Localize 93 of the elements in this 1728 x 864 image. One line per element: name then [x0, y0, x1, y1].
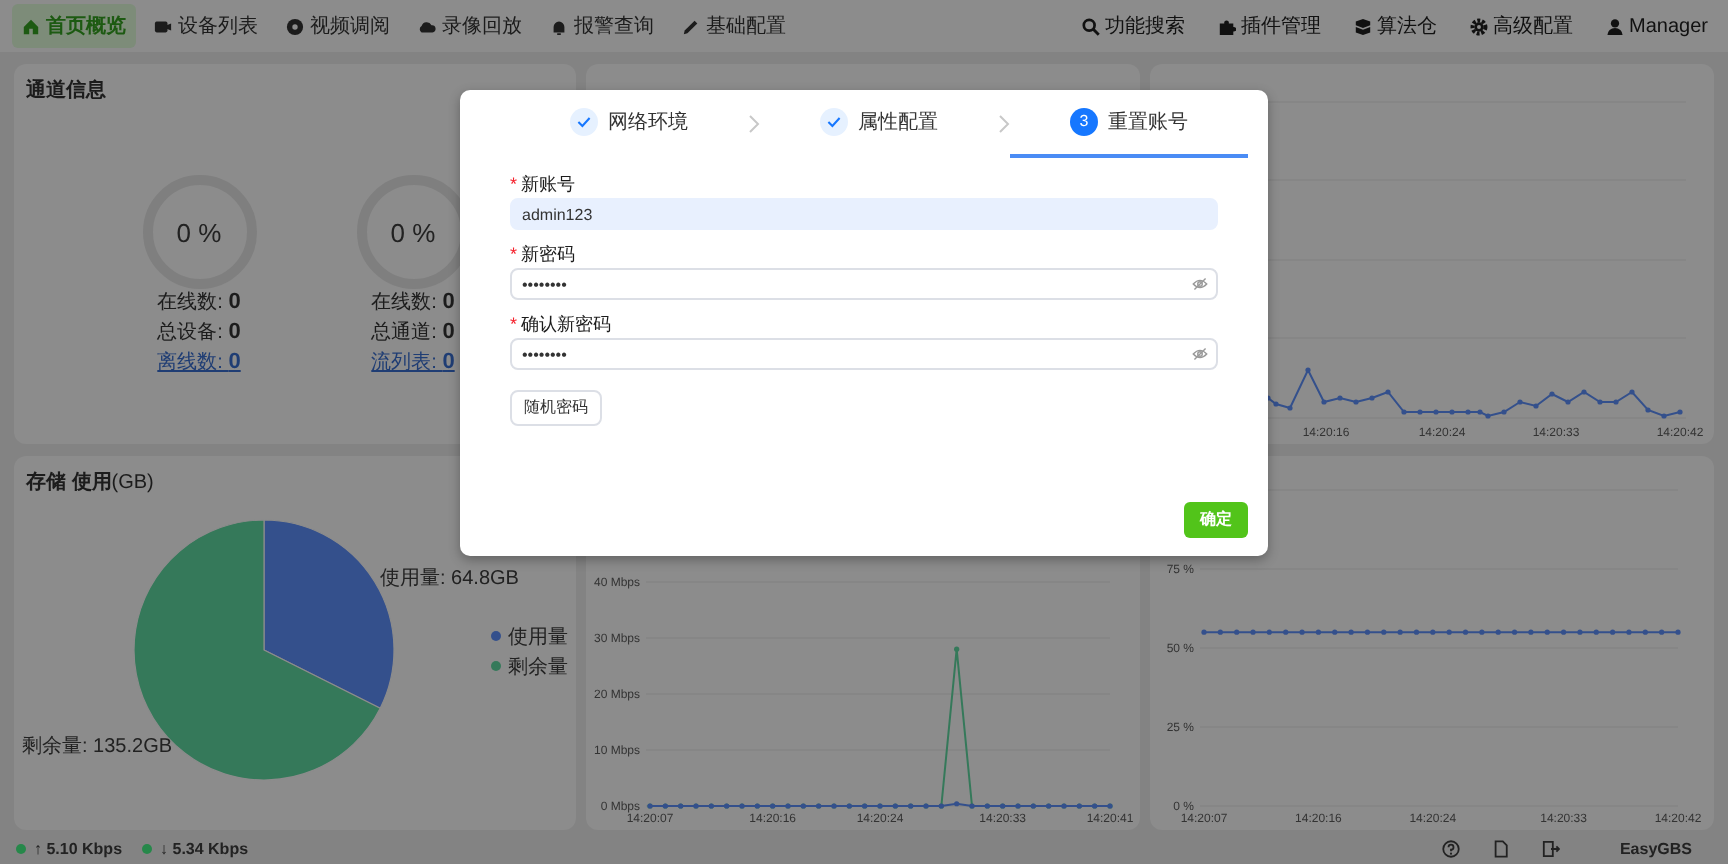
user-icon [1605, 17, 1624, 35]
data-point [1299, 629, 1305, 635]
data-point [1544, 629, 1550, 635]
home-icon [22, 17, 40, 35]
field-label: 确认新密码 [521, 314, 612, 334]
toolbar-button[interactable]: 算法仓 [1345, 11, 1446, 41]
bell-icon [550, 17, 568, 35]
stat-text: 在线数: 0 [371, 290, 455, 316]
hidden-eye-icon[interactable] [1192, 276, 1208, 292]
data-point [1364, 629, 1371, 635]
data-point [1462, 629, 1469, 635]
data-point [954, 646, 960, 652]
data-point [1577, 629, 1583, 635]
nav-tab[interactable]: 基础配置 [672, 4, 796, 48]
document-icon[interactable] [1491, 840, 1510, 858]
data-point [1511, 629, 1518, 635]
slice-label: 剩余量: 135.2GB [22, 736, 173, 758]
toolbar-button[interactable]: 插件管理 [1209, 11, 1330, 41]
stat-link[interactable]: 离线数: 0 [157, 350, 241, 376]
stat-text: 在线数: 0 [157, 290, 241, 316]
help-icon[interactable] [1441, 840, 1460, 858]
legend-label: 使用量 [508, 627, 568, 649]
input-field[interactable]: •••••••• [510, 268, 1218, 300]
pen-icon [682, 17, 700, 35]
stat-text: 总通道: 0 [371, 320, 455, 346]
panel-title: 存储 使用(GB) [26, 469, 154, 498]
transfer-rate: ↓ 5.34 Kbps [160, 837, 249, 861]
gear-icon [1469, 17, 1488, 35]
random-password-button[interactable]: 随机密码 [510, 390, 602, 426]
search-icon [1081, 17, 1100, 35]
data-point [1430, 629, 1436, 635]
toolbar-button[interactable]: 功能搜索 [1073, 11, 1194, 41]
required-mark: * [510, 314, 518, 334]
data-point [1397, 629, 1403, 635]
data-point [1332, 629, 1338, 635]
input-field[interactable]: •••••••• [510, 338, 1218, 370]
data-point [1217, 629, 1223, 635]
data-point [1381, 629, 1387, 635]
data-point [1593, 629, 1599, 635]
data-point [1610, 629, 1616, 635]
data-point [1234, 629, 1240, 635]
stat-link[interactable]: 流列表: 0 [371, 350, 455, 376]
step-tab[interactable]: 属性配置 [760, 90, 998, 158]
puzzle-icon [1217, 17, 1236, 35]
chevron-icon [998, 114, 1010, 134]
data-point [1561, 629, 1567, 635]
data-point [1348, 629, 1354, 635]
field-label: 新密码 [521, 244, 576, 264]
data-point [1315, 629, 1321, 635]
legend-label: 剩余量 [508, 657, 568, 679]
data-point [1201, 629, 1207, 635]
step-tab[interactable]: 3 重置账号 [1010, 90, 1248, 158]
step-number: 3 [1070, 108, 1098, 136]
box-icon [1353, 17, 1372, 35]
data-point [954, 801, 960, 807]
field-label: 新账号 [521, 174, 576, 194]
hidden-eye-icon[interactable] [1192, 346, 1208, 362]
brand-name: EasyGBS [1619, 837, 1692, 861]
data-point [1446, 629, 1452, 635]
gauge-reading: 0 % [390, 216, 436, 252]
nav-tab[interactable]: 视频调阅 [276, 4, 400, 48]
cloud-icon [418, 17, 436, 35]
data-point [1250, 629, 1256, 635]
data-point [1626, 629, 1632, 635]
transfer-rate: ↑ 5.10 Kbps [34, 837, 123, 861]
gauge-reading: 0 % [176, 216, 222, 252]
export-icon[interactable] [1541, 840, 1560, 858]
input-field[interactable]: admin123 [510, 198, 1218, 230]
required-mark: * [510, 244, 518, 264]
data-point [1266, 629, 1272, 635]
panel-title: 通道信息 [26, 77, 106, 106]
chevron-icon [748, 114, 760, 134]
data-point [1495, 629, 1501, 635]
data-point [1283, 629, 1289, 635]
toolbar-button[interactable]: 高级配置 [1461, 11, 1582, 41]
data-point [1413, 629, 1420, 635]
data-point [1675, 629, 1681, 635]
data-point [1659, 629, 1665, 635]
step-tab[interactable]: 网络环境 [510, 90, 748, 158]
stat-text: 总设备: 0 [157, 320, 241, 346]
nav-tab[interactable]: 报警查询 [540, 4, 664, 48]
legend-dot [491, 631, 501, 641]
slice-label: 使用量: 64.8GB [380, 568, 519, 590]
data-point [1479, 629, 1485, 635]
camera-icon [154, 17, 172, 35]
required-mark: * [510, 174, 518, 194]
data-point [1642, 629, 1648, 635]
toolbar-button[interactable]: Manager [1597, 11, 1716, 41]
legend-dot [491, 661, 501, 671]
data-point [1528, 629, 1534, 635]
disc-icon [286, 17, 304, 35]
nav-tab[interactable]: 录像回放 [408, 4, 532, 48]
nav-tab[interactable]: 设备列表 [144, 4, 268, 48]
